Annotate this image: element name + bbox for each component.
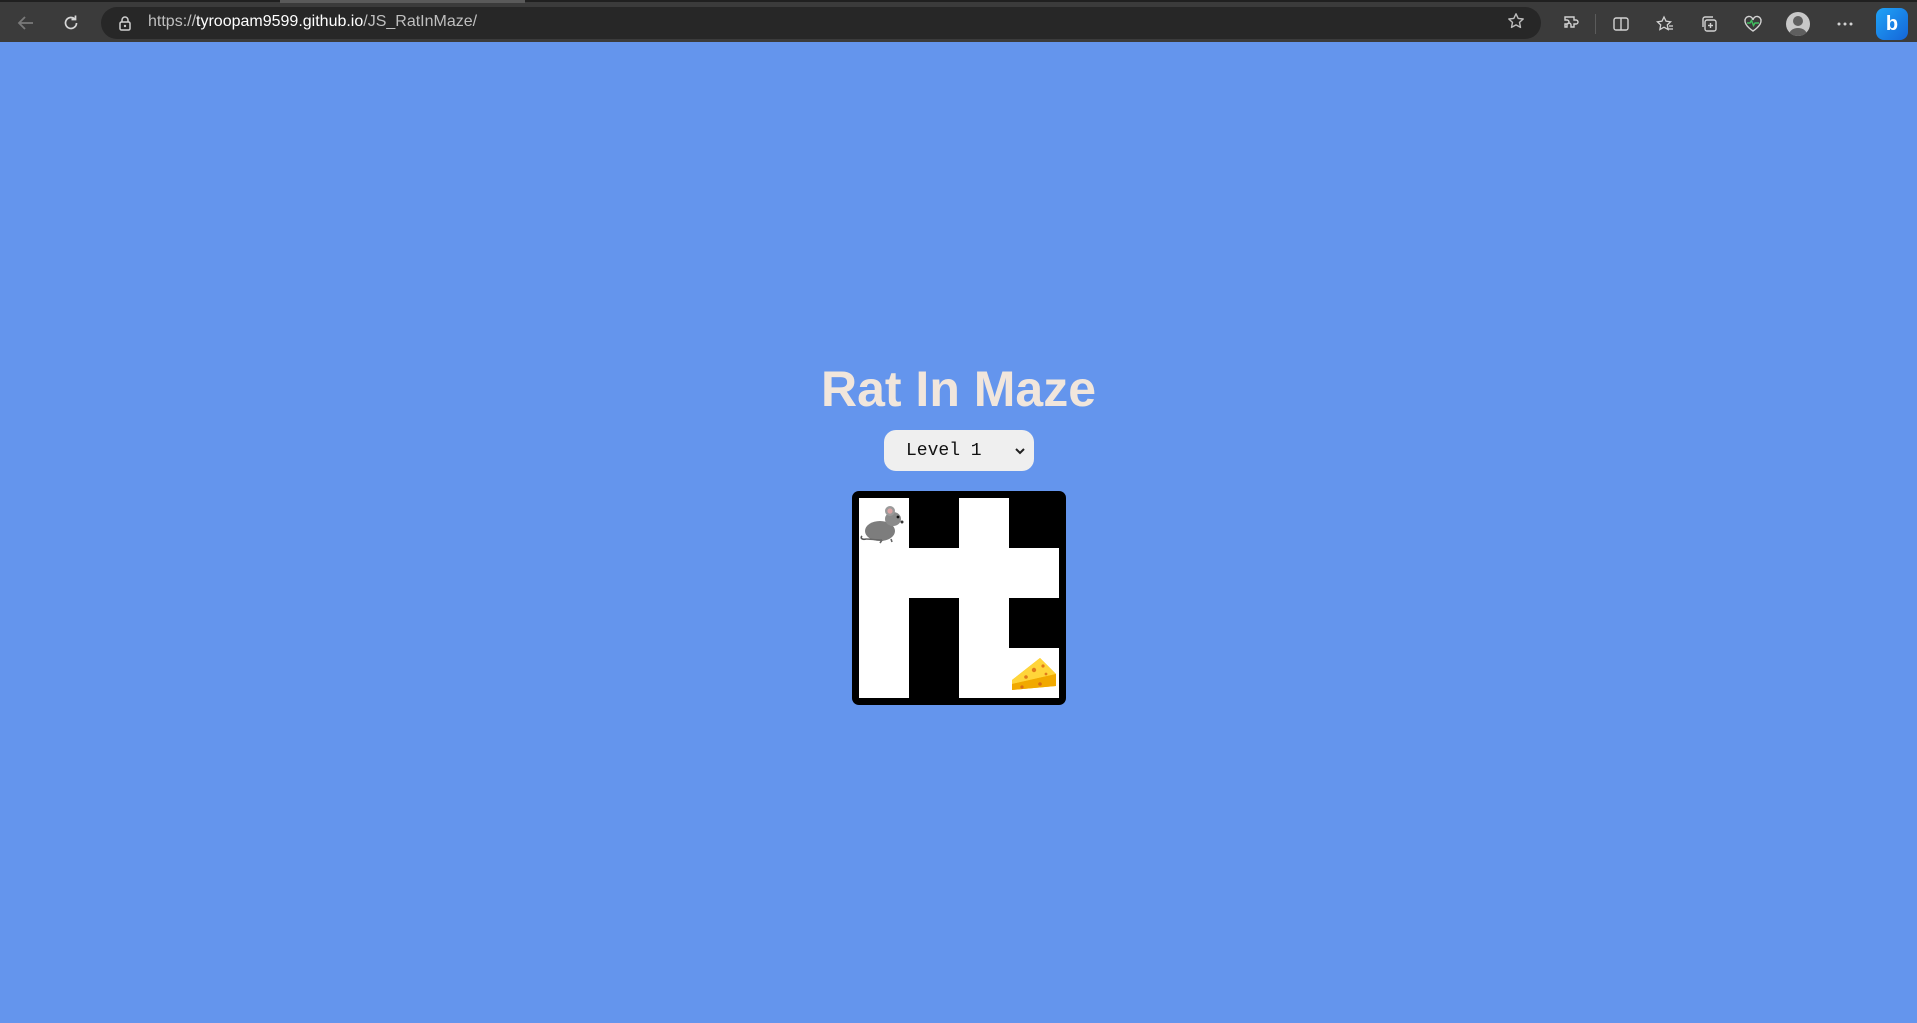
toolbar-divider xyxy=(1595,14,1596,34)
maze-cell-wall xyxy=(909,598,959,648)
reload-icon[interactable] xyxy=(57,9,85,37)
maze-cell-open[interactable] xyxy=(959,648,1009,698)
maze-cell-open[interactable] xyxy=(959,548,1009,598)
star-icon[interactable] xyxy=(1505,12,1527,34)
back-arrow-icon[interactable] xyxy=(12,9,40,37)
maze-cell-open[interactable] xyxy=(859,598,909,648)
rat-icon xyxy=(860,506,904,544)
maze-cell-open[interactable] xyxy=(859,648,909,698)
level-select-value: Level 1 xyxy=(906,440,982,461)
maze-cell-open[interactable] xyxy=(1009,648,1059,698)
active-tab-indicator xyxy=(280,0,525,3)
browser-toolbar: https://tyroopam9599.github.io/JS_RatInM… xyxy=(0,0,1917,42)
page-title: Rat In Maze xyxy=(820,361,1097,417)
cheese-icon xyxy=(1012,658,1056,690)
address-bar[interactable]: https://tyroopam9599.github.io/JS_RatInM… xyxy=(101,7,1541,39)
maze-cell-open[interactable] xyxy=(859,498,909,548)
maze-cell-wall xyxy=(909,498,959,548)
maze-cell-open[interactable] xyxy=(909,548,959,598)
maze-cell-open[interactable] xyxy=(959,598,1009,648)
browser-essentials-icon[interactable] xyxy=(1740,11,1766,37)
maze-cell-wall xyxy=(909,648,959,698)
extensions-icon[interactable] xyxy=(1559,11,1585,37)
maze-grid xyxy=(859,498,1059,698)
bing-copilot-icon[interactable]: b xyxy=(1876,8,1908,40)
maze-cell-wall xyxy=(1009,598,1059,648)
lock-icon[interactable] xyxy=(117,15,133,31)
favorites-icon[interactable] xyxy=(1652,11,1678,37)
profile-avatar-icon[interactable] xyxy=(1786,12,1810,36)
maze-cell-open[interactable] xyxy=(859,548,909,598)
chevron-down-icon xyxy=(1014,439,1026,461)
split-screen-icon[interactable] xyxy=(1608,11,1634,37)
maze-cell-wall xyxy=(1009,498,1059,548)
maze-board xyxy=(852,491,1066,705)
more-menu-icon[interactable] xyxy=(1832,11,1858,37)
url-text: https://tyroopam9599.github.io/JS_RatInM… xyxy=(148,13,478,30)
collections-icon[interactable] xyxy=(1696,11,1722,37)
maze-cell-open[interactable] xyxy=(959,498,1009,548)
maze-cell-open[interactable] xyxy=(1009,548,1059,598)
level-select[interactable]: Level 1 xyxy=(884,430,1034,471)
